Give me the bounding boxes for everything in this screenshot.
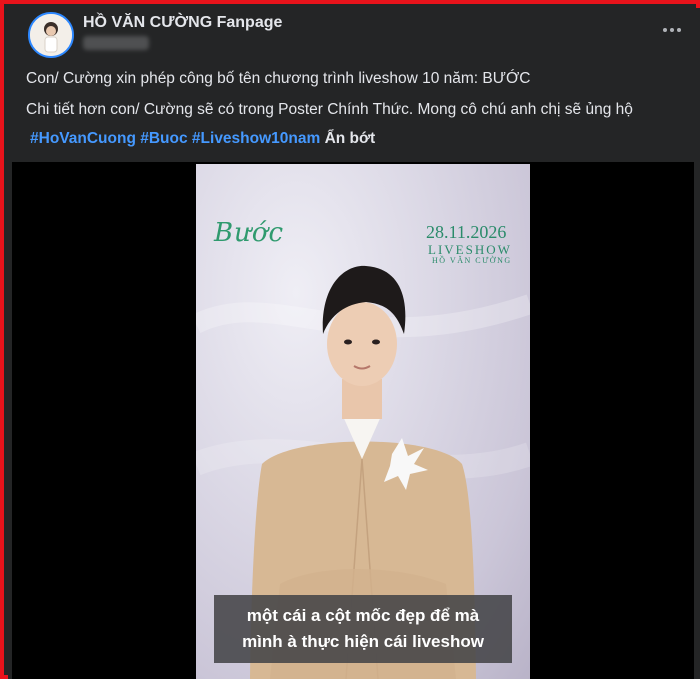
post-header: HỒ VĂN CƯỜNG Fanpage [8, 8, 700, 64]
post-meta-blurred [83, 36, 149, 50]
hashtag-link[interactable]: #Buoc [140, 130, 192, 147]
caption-line-2: Chi tiết hơn con/ Cường sẽ có trong Post… [26, 101, 633, 118]
show-date: 28.11.2026 [426, 222, 507, 242]
artist-name: HỒ VĂN CƯỜNG [432, 256, 512, 265]
facebook-post: HỒ VĂN CƯỜNG Fanpage Con/ Cường xin phép… [8, 8, 700, 679]
more-options-icon[interactable] [658, 18, 686, 42]
hashtag-link[interactable]: #HoVanCuong [30, 130, 140, 147]
show-title-script: Bước [214, 218, 285, 248]
video-subtitle: một cái a cột mốc đẹp để mà mình à thực … [214, 595, 512, 663]
caption-line-1: Con/ Cường xin phép công bố tên chương t… [26, 70, 531, 87]
hashtag-link[interactable]: #Liveshow10nam [192, 130, 325, 147]
avatar[interactable] [28, 12, 74, 58]
subtitle-line-1: một cái a cột mốc đẹp để mà [246, 606, 480, 625]
subtitle-line-2: mình à thực hiện cái liveshow [242, 632, 484, 651]
see-less-link[interactable]: Ẩn bớt [325, 130, 376, 147]
hashtag-row: #HoVanCuong #Buoc #Liveshow10nam Ẩn bớt [30, 130, 375, 148]
video-frame[interactable]: Bước 28.11.2026 LIVESHOW HỒ VĂN CƯỜNG mộ… [196, 164, 530, 679]
avatar-photo-icon [30, 14, 72, 56]
page-name[interactable]: HỒ VĂN CƯỜNG Fanpage [83, 14, 282, 32]
video-player[interactable]: Bước 28.11.2026 LIVESHOW HỒ VĂN CƯỜNG mộ… [12, 162, 694, 679]
highlight-frame: HỒ VĂN CƯỜNG Fanpage Con/ Cường xin phép… [0, 0, 700, 679]
